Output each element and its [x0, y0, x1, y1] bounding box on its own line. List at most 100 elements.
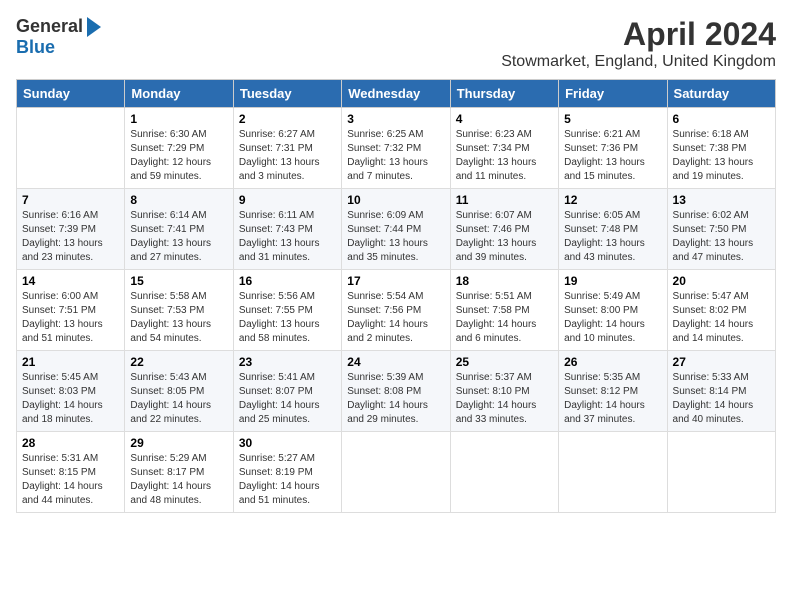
day-info: Sunrise: 6:00 AM Sunset: 7:51 PM Dayligh… — [22, 290, 119, 346]
calendar-cell: 23Sunrise: 5:41 AM Sunset: 8:07 PM Dayli… — [233, 351, 341, 432]
calendar-cell: 6Sunrise: 6:18 AM Sunset: 7:38 PM Daylig… — [667, 108, 775, 189]
day-info: Sunrise: 5:41 AM Sunset: 8:07 PM Dayligh… — [239, 371, 336, 427]
calendar-cell — [559, 432, 667, 513]
calendar-cell: 3Sunrise: 6:25 AM Sunset: 7:32 PM Daylig… — [342, 108, 450, 189]
day-number: 30 — [239, 436, 336, 450]
calendar-cell: 12 Sunrise: 6:05 AM Sunset: 7:48 PM Dayli… — [559, 189, 667, 270]
day-number: 10 — [347, 193, 444, 207]
calendar-cell: 26 Sunrise: 5:35 AM Sunset: 8:12 PM Dayli… — [559, 351, 667, 432]
calendar-cell: 7 Sunrise: 6:16 AM Sunset: 7:39 PM Daylig… — [17, 189, 125, 270]
calendar-cell: 8 Sunrise: 6:14 AM Sunset: 7:41 PM Daylig… — [125, 189, 233, 270]
day-info: Sunrise: 5:27 AM Sunset: 8:19 PM Dayligh… — [239, 452, 336, 508]
calendar-header-row: SundayMondayTuesdayWednesdayThursdayFrid… — [17, 80, 776, 108]
calendar-cell: 1 Sunrise: 6:30 AM Sunset: 7:29 PM Daylig… — [125, 108, 233, 189]
logo-general-text: General — [16, 16, 83, 37]
day-number: 11 — [456, 193, 553, 207]
day-info: Sunrise: 6:30 AM Sunset: 7:29 PM Dayligh… — [130, 128, 227, 184]
day-info: Sunrise: 5:29 AM Sunset: 8:17 PM Dayligh… — [130, 452, 227, 508]
day-number: 7 — [22, 193, 119, 207]
day-header-friday: Friday — [559, 80, 667, 108]
day-info: Sunrise: 6:16 AM Sunset: 7:39 PM Dayligh… — [22, 209, 119, 265]
day-number: 24 — [347, 355, 444, 369]
day-number: 1 — [130, 112, 227, 126]
day-info: Sunrise: 5:51 AM Sunset: 7:58 PM Dayligh… — [456, 290, 553, 346]
day-number: 17 — [347, 274, 444, 288]
day-info: Sunrise: 5:39 AM Sunset: 8:08 PM Dayligh… — [347, 371, 444, 427]
day-number: 13 — [673, 193, 770, 207]
calendar-cell: 10Sunrise: 6:09 AM Sunset: 7:44 PM Dayli… — [342, 189, 450, 270]
calendar-cell: 18 Sunrise: 5:51 AM Sunset: 7:58 PM Dayli… — [450, 270, 558, 351]
day-info: Sunrise: 5:45 AM Sunset: 8:03 PM Dayligh… — [22, 371, 119, 427]
calendar-cell: 2 Sunrise: 6:27 AM Sunset: 7:31 PM Daylig… — [233, 108, 341, 189]
day-info: Sunrise: 5:35 AM Sunset: 8:12 PM Dayligh… — [564, 371, 661, 427]
day-info: Sunrise: 6:02 AM Sunset: 7:50 PM Dayligh… — [673, 209, 770, 265]
calendar-cell: 16Sunrise: 5:56 AM Sunset: 7:55 PM Dayli… — [233, 270, 341, 351]
day-number: 9 — [239, 193, 336, 207]
calendar-cell: 28 Sunrise: 5:31 AM Sunset: 8:15 PM Dayli… — [17, 432, 125, 513]
calendar-cell: 15Sunrise: 5:58 AM Sunset: 7:53 PM Dayli… — [125, 270, 233, 351]
calendar-cell — [17, 108, 125, 189]
day-number: 26 — [564, 355, 661, 369]
day-info: Sunrise: 5:58 AM Sunset: 7:53 PM Dayligh… — [130, 290, 227, 346]
day-info: Sunrise: 6:14 AM Sunset: 7:41 PM Dayligh… — [130, 209, 227, 265]
day-number: 12 — [564, 193, 661, 207]
day-info: Sunrise: 5:37 AM Sunset: 8:10 PM Dayligh… — [456, 371, 553, 427]
calendar-cell — [667, 432, 775, 513]
calendar-table: SundayMondayTuesdayWednesdayThursdayFrid… — [16, 79, 776, 513]
calendar-cell: 25 Sunrise: 5:37 AM Sunset: 8:10 PM Dayli… — [450, 351, 558, 432]
day-header-sunday: Sunday — [17, 80, 125, 108]
day-info: Sunrise: 6:25 AM Sunset: 7:32 PM Dayligh… — [347, 128, 444, 184]
day-number: 22 — [130, 355, 227, 369]
calendar-week-row: 7 Sunrise: 6:16 AM Sunset: 7:39 PM Daylig… — [17, 189, 776, 270]
day-info: Sunrise: 6:18 AM Sunset: 7:38 PM Dayligh… — [673, 128, 770, 184]
calendar-week-row: 28 Sunrise: 5:31 AM Sunset: 8:15 PM Dayli… — [17, 432, 776, 513]
day-info: Sunrise: 5:33 AM Sunset: 8:14 PM Dayligh… — [673, 371, 770, 427]
calendar-cell: 24 Sunrise: 5:39 AM Sunset: 8:08 PM Dayli… — [342, 351, 450, 432]
day-header-monday: Monday — [125, 80, 233, 108]
day-number: 5 — [564, 112, 661, 126]
calendar-cell — [342, 432, 450, 513]
day-info: Sunrise: 5:47 AM Sunset: 8:02 PM Dayligh… — [673, 290, 770, 346]
calendar-cell — [450, 432, 558, 513]
day-header-thursday: Thursday — [450, 80, 558, 108]
day-info: Sunrise: 6:27 AM Sunset: 7:31 PM Dayligh… — [239, 128, 336, 184]
day-info: Sunrise: 6:23 AM Sunset: 7:34 PM Dayligh… — [456, 128, 553, 184]
calendar-cell: 19 Sunrise: 5:49 AM Sunset: 8:00 PM Dayli… — [559, 270, 667, 351]
logo: General Blue — [16, 16, 101, 58]
day-number: 19 — [564, 274, 661, 288]
day-header-tuesday: Tuesday — [233, 80, 341, 108]
calendar-cell: 22 Sunrise: 5:43 AM Sunset: 8:05 PM Dayli… — [125, 351, 233, 432]
location-title: Stowmarket, England, United Kingdom — [501, 53, 776, 71]
day-number: 27 — [673, 355, 770, 369]
day-number: 25 — [456, 355, 553, 369]
calendar-week-row: 1 Sunrise: 6:30 AM Sunset: 7:29 PM Daylig… — [17, 108, 776, 189]
day-number: 28 — [22, 436, 119, 450]
calendar-cell: 27 Sunrise: 5:33 AM Sunset: 8:14 PM Dayli… — [667, 351, 775, 432]
day-info: Sunrise: 5:31 AM Sunset: 8:15 PM Dayligh… — [22, 452, 119, 508]
logo-arrow-icon — [87, 17, 101, 37]
day-info: Sunrise: 6:05 AM Sunset: 7:48 PM Dayligh… — [564, 209, 661, 265]
calendar-cell: 17Sunrise: 5:54 AM Sunset: 7:56 PM Dayli… — [342, 270, 450, 351]
title-block: April 2024 Stowmarket, England, United K… — [501, 16, 776, 71]
day-header-wednesday: Wednesday — [342, 80, 450, 108]
calendar-cell: 11Sunrise: 6:07 AM Sunset: 7:46 PM Dayli… — [450, 189, 558, 270]
day-header-saturday: Saturday — [667, 80, 775, 108]
day-number: 8 — [130, 193, 227, 207]
calendar-cell: 13 Sunrise: 6:02 AM Sunset: 7:50 PM Dayli… — [667, 189, 775, 270]
day-number: 20 — [673, 274, 770, 288]
page-header: General Blue April 2024 Stowmarket, Engl… — [16, 16, 776, 71]
day-number: 18 — [456, 274, 553, 288]
day-number: 4 — [456, 112, 553, 126]
day-info: Sunrise: 5:49 AM Sunset: 8:00 PM Dayligh… — [564, 290, 661, 346]
calendar-cell: 20 Sunrise: 5:47 AM Sunset: 8:02 PM Dayli… — [667, 270, 775, 351]
day-number: 2 — [239, 112, 336, 126]
month-title: April 2024 — [501, 16, 776, 53]
calendar-cell: 9Sunrise: 6:11 AM Sunset: 7:43 PM Daylig… — [233, 189, 341, 270]
day-number: 29 — [130, 436, 227, 450]
day-info: Sunrise: 5:43 AM Sunset: 8:05 PM Dayligh… — [130, 371, 227, 427]
calendar-cell: 14Sunrise: 6:00 AM Sunset: 7:51 PM Dayli… — [17, 270, 125, 351]
calendar-cell: 4 Sunrise: 6:23 AM Sunset: 7:34 PM Daylig… — [450, 108, 558, 189]
calendar-week-row: 14Sunrise: 6:00 AM Sunset: 7:51 PM Dayli… — [17, 270, 776, 351]
calendar-cell: 30 Sunrise: 5:27 AM Sunset: 8:19 PM Dayli… — [233, 432, 341, 513]
calendar-cell: 29 Sunrise: 5:29 AM Sunset: 8:17 PM Dayli… — [125, 432, 233, 513]
